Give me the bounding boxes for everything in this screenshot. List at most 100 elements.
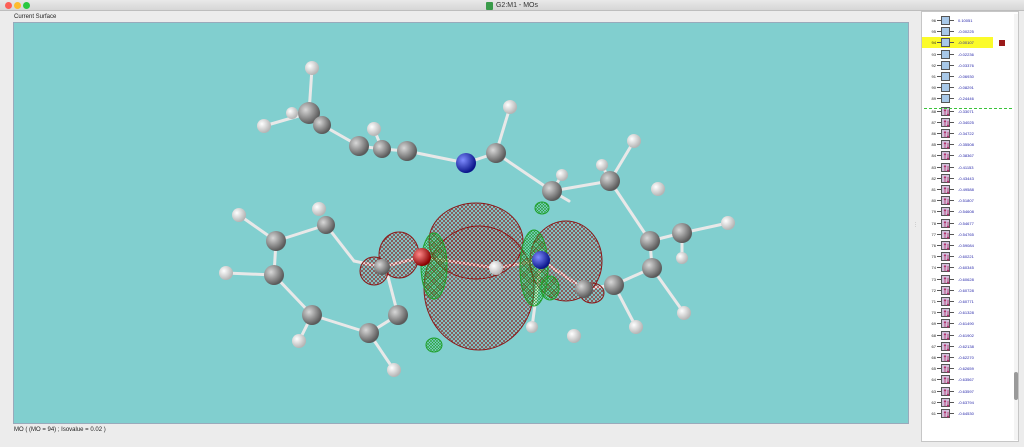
mo-row[interactable]: 93 -0.02236 <box>922 49 1012 60</box>
mo-row[interactable]: 83 -0.41153 <box>922 162 1012 173</box>
panel-splitter[interactable]: ⋮ <box>913 222 918 228</box>
occupied-orbital-icon[interactable] <box>941 151 950 161</box>
occupied-orbital-icon[interactable] <box>941 274 950 284</box>
virtual-orbital-icon[interactable] <box>941 72 950 81</box>
mo-row[interactable]: 63 -0.63597 <box>922 386 1012 397</box>
occupied-orbital-icon[interactable] <box>941 229 950 240</box>
virtual-orbital-icon[interactable] <box>941 83 950 93</box>
mo-row[interactable]: 91 -0.06930 <box>922 71 1012 82</box>
mo-row[interactable]: 85 -0.35508 <box>922 139 1012 150</box>
mo-row[interactable]: 90 -0.08291 <box>922 82 1012 93</box>
mo-row[interactable]: 75 -0.60221 <box>922 251 1012 262</box>
occupied-orbital-icon[interactable] <box>941 285 950 296</box>
mo-row[interactable]: 89 -0.24446 <box>922 93 1012 104</box>
mo-number: 67 <box>931 343 936 349</box>
spin-pair-icon <box>943 410 950 419</box>
occupied-orbital-icon[interactable] <box>941 196 950 206</box>
mo-row[interactable]: 67 -0.62138 <box>922 341 1012 352</box>
mo-row[interactable]: 96 0.10051 <box>922 15 1012 26</box>
virtual-orbital-icon[interactable] <box>941 60 950 70</box>
mo-row[interactable]: 64 -0.63567 <box>922 374 1012 385</box>
spin-pair-icon <box>943 265 950 273</box>
occupied-orbital-icon[interactable] <box>941 263 950 273</box>
occupied-orbital-icon[interactable] <box>941 330 950 340</box>
mo-energy: -0.00225 <box>958 29 974 35</box>
mo-number: 66 <box>931 355 936 360</box>
mo-row[interactable]: 95 -0.00225 <box>922 26 1012 37</box>
mo-row[interactable]: 70 -0.61328 <box>922 307 1012 318</box>
mo-number: 96 <box>931 18 936 23</box>
mo-row[interactable]: 77 -0.54765 <box>922 229 1012 240</box>
spin-pair-icon <box>943 186 950 195</box>
mo-row[interactable]: 73 -0.60628 <box>922 274 1012 285</box>
mo-row[interactable]: 78 -0.54677 <box>922 218 1012 229</box>
mo-number: 95 <box>931 29 936 35</box>
mo-row[interactable]: 74 -0.60345 <box>922 262 1012 273</box>
mo-number: 89 <box>931 96 936 102</box>
mo-row[interactable]: 92 -0.03376 <box>922 60 1012 71</box>
mo-row[interactable]: 66 -0.62270 <box>922 352 1012 363</box>
virtual-orbital-icon[interactable] <box>941 49 950 59</box>
mo-row[interactable]: 69 -0.61490 <box>922 318 1012 329</box>
mo-row[interactable]: 87 -0.34025 <box>922 117 1012 128</box>
mo-row[interactable]: 79 -0.54608 <box>922 206 1012 217</box>
spin-pair-icon <box>943 309 950 318</box>
surface-shown-marker[interactable] <box>999 40 1005 47</box>
scroll-thumb[interactable] <box>1014 372 1018 400</box>
mo-row[interactable]: 86 -0.34722 <box>922 128 1012 139</box>
mo-row[interactable]: 71 -0.60771 <box>922 296 1012 307</box>
occupied-orbital-icon[interactable] <box>941 297 950 307</box>
occupied-orbital-icon[interactable] <box>941 252 950 262</box>
virtual-orbital-icon[interactable] <box>941 27 950 37</box>
mo-row[interactable]: 65 -0.62659 <box>922 363 1012 374</box>
mo-row[interactable]: 82 -0.43443 <box>922 173 1012 184</box>
window-title: G2:M1 - MOs <box>495 2 538 9</box>
occupied-orbital-icon[interactable] <box>941 207 950 217</box>
mo-number: 75 <box>931 254 936 260</box>
mo-row[interactable]: 80 -0.51807 <box>922 195 1012 206</box>
mo-row[interactable]: 68 -0.61902 <box>922 330 1012 341</box>
mo-row[interactable]: 81 -0.49588 <box>922 184 1012 195</box>
molecule-render[interactable] <box>14 23 909 424</box>
spin-pair-icon <box>943 209 950 217</box>
occupied-orbital-icon[interactable] <box>941 386 950 396</box>
occupied-orbital-icon[interactable] <box>941 375 950 385</box>
mo-energy: -0.60728 <box>958 287 974 293</box>
occupied-orbital-icon[interactable] <box>941 364 950 374</box>
hydrogen-atom <box>676 252 688 264</box>
virtual-orbital-icon[interactable] <box>941 38 950 48</box>
occupied-orbital-icon[interactable] <box>941 185 950 195</box>
molecule-viewport[interactable] <box>13 22 909 424</box>
mo-row[interactable]: 76 -0.59084 <box>922 240 1012 251</box>
mo-row[interactable]: 84 -0.38367 <box>922 150 1012 161</box>
spin-pair-icon <box>943 343 950 352</box>
mo-row[interactable]: 94 -0.00107 <box>922 37 1012 49</box>
mo-row[interactable]: 61 -0.64530 <box>922 408 1012 419</box>
spin-pair-icon <box>943 130 950 139</box>
virtual-orbital-icon[interactable] <box>941 94 950 104</box>
carbon-atom <box>600 171 620 191</box>
virtual-orbital-icon[interactable] <box>941 16 950 25</box>
occupied-orbital-icon[interactable] <box>941 129 950 139</box>
occupied-orbital-icon[interactable] <box>941 117 950 128</box>
occupied-orbital-icon[interactable] <box>941 173 950 184</box>
carbon-atom <box>388 305 408 325</box>
occupied-orbital-icon[interactable] <box>941 319 950 329</box>
occupied-orbital-icon[interactable] <box>941 353 950 363</box>
mo-list-panel[interactable]: 96 0.10051 95 -0.00225 94 -0.00107 93 -0.02236 9… <box>921 11 1019 442</box>
mo-number: 86 <box>931 131 936 136</box>
mo-energy: 0.10051 <box>958 18 973 23</box>
occupied-orbital-icon[interactable] <box>941 140 950 150</box>
mo-row[interactable]: 72 -0.60728 <box>922 285 1012 296</box>
occupied-orbital-icon[interactable] <box>941 409 950 419</box>
occupied-orbital-icon[interactable] <box>941 397 950 408</box>
occupied-orbital-icon[interactable] <box>941 162 950 172</box>
occupied-orbital-icon[interactable] <box>941 308 950 318</box>
occupied-orbital-icon[interactable] <box>941 341 950 352</box>
carbon-atom <box>486 143 506 163</box>
mo-energy: -0.54677 <box>958 220 974 226</box>
mo-list-scrollbar[interactable] <box>1014 14 1018 440</box>
mo-row[interactable]: 62 -0.63794 <box>922 397 1012 408</box>
occupied-orbital-icon[interactable] <box>941 218 950 228</box>
occupied-orbital-icon[interactable] <box>941 241 950 251</box>
